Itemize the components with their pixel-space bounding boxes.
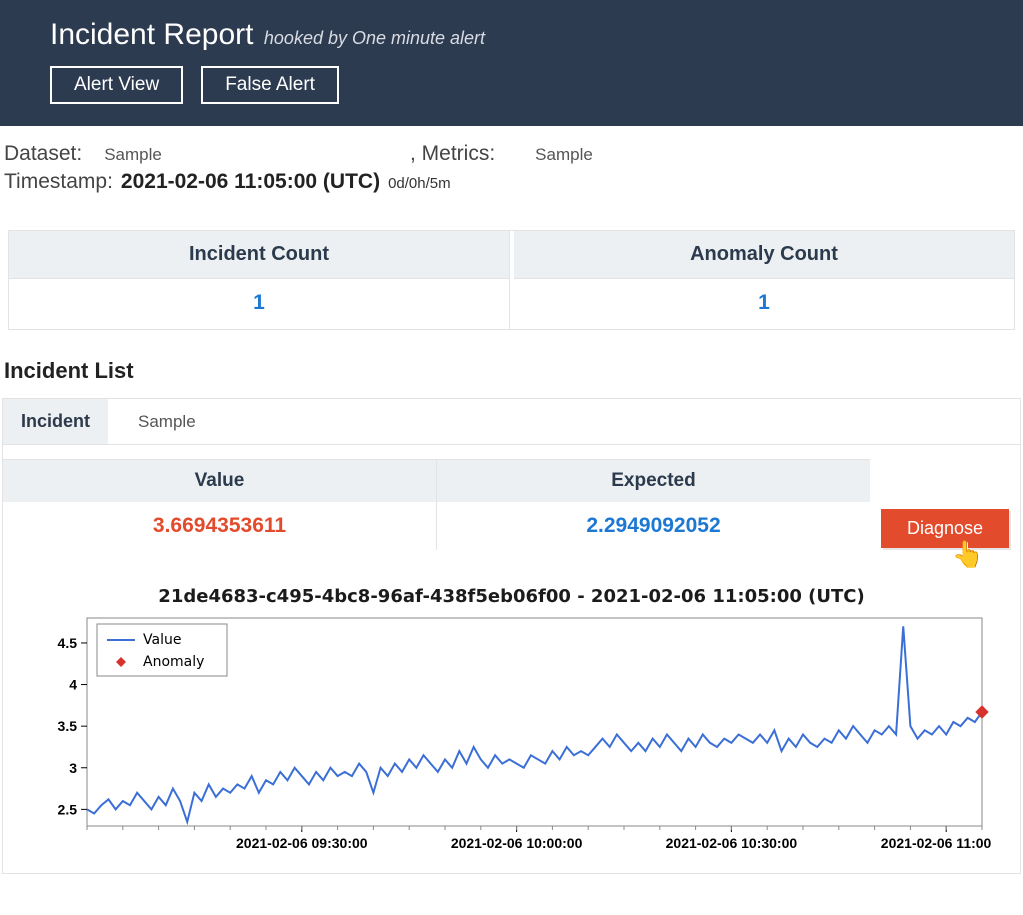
value-cell: 3.6694353611	[3, 502, 436, 550]
value-label: Value	[3, 460, 436, 502]
svg-text:Anomaly: Anomaly	[143, 654, 204, 670]
page-title: Incident Report	[50, 18, 253, 51]
counts-table: Incident Count 1 Anomaly Count 1	[8, 230, 1015, 330]
diagnose-button[interactable]: Diagnose	[881, 509, 1009, 548]
incident-count-label: Incident Count	[9, 231, 509, 279]
alert-view-button[interactable]: Alert View	[50, 66, 183, 104]
chart: 21de4683-c495-4bc8-96af-438f5eb06f00 - 2…	[21, 586, 1002, 863]
chart-svg: 2.5 3 3.5 4 4.5 2021-02-06 09:30:00 2021-02-06…	[32, 613, 992, 863]
chart-title: 21de4683-c495-4bc8-96af-438f5eb06f00 - 2…	[21, 586, 1002, 607]
metrics-label: , Metrics:	[410, 142, 495, 166]
dataset-label: Dataset:	[4, 142, 82, 166]
expected-label: Expected	[437, 460, 870, 502]
incident-panel: Incident Sample Value 3.6694353611 Expec…	[2, 398, 1021, 874]
svg-text:2021-02-06 11:00:00: 2021-02-06 11:00:00	[880, 835, 991, 851]
svg-text:2.5: 2.5	[57, 801, 77, 817]
svg-text:Value: Value	[143, 632, 181, 648]
timestamp-label: Timestamp:	[4, 170, 113, 194]
svg-text:4.5: 4.5	[57, 635, 77, 651]
timestamp-value: 2021-02-06 11:05:00 (UTC)	[121, 170, 380, 194]
timestamp-relative: 0d/0h/5m	[388, 175, 451, 192]
false-alert-button[interactable]: False Alert	[201, 66, 339, 104]
svg-text:3.5: 3.5	[57, 718, 77, 734]
tab-incident[interactable]: Incident	[3, 399, 108, 444]
anomaly-count-label: Anomaly Count	[514, 231, 1014, 279]
svg-text:3: 3	[69, 760, 77, 776]
svg-text:4: 4	[69, 677, 77, 693]
meta-block: Dataset: Sample , Metrics: Sample Timest…	[0, 126, 1023, 198]
incident-list-title: Incident List	[4, 358, 1023, 384]
expected-cell: 2.2949092052	[437, 502, 870, 550]
incident-count-value: 1	[9, 279, 509, 329]
anomaly-count-value: 1	[514, 279, 1014, 329]
svg-text:2021-02-06 10:00:00: 2021-02-06 10:00:00	[450, 835, 582, 851]
svg-text:2021-02-06 10:30:00: 2021-02-06 10:30:00	[665, 835, 797, 851]
page-subtitle: hooked by One minute alert	[264, 28, 485, 48]
svg-text:2021-02-06 09:30:00: 2021-02-06 09:30:00	[236, 835, 368, 851]
header: Incident Report hooked by One minute ale…	[0, 0, 1023, 126]
tab-sub: Sample	[138, 412, 196, 432]
dataset-value: Sample	[104, 145, 162, 165]
metrics-value: Sample	[535, 145, 593, 165]
